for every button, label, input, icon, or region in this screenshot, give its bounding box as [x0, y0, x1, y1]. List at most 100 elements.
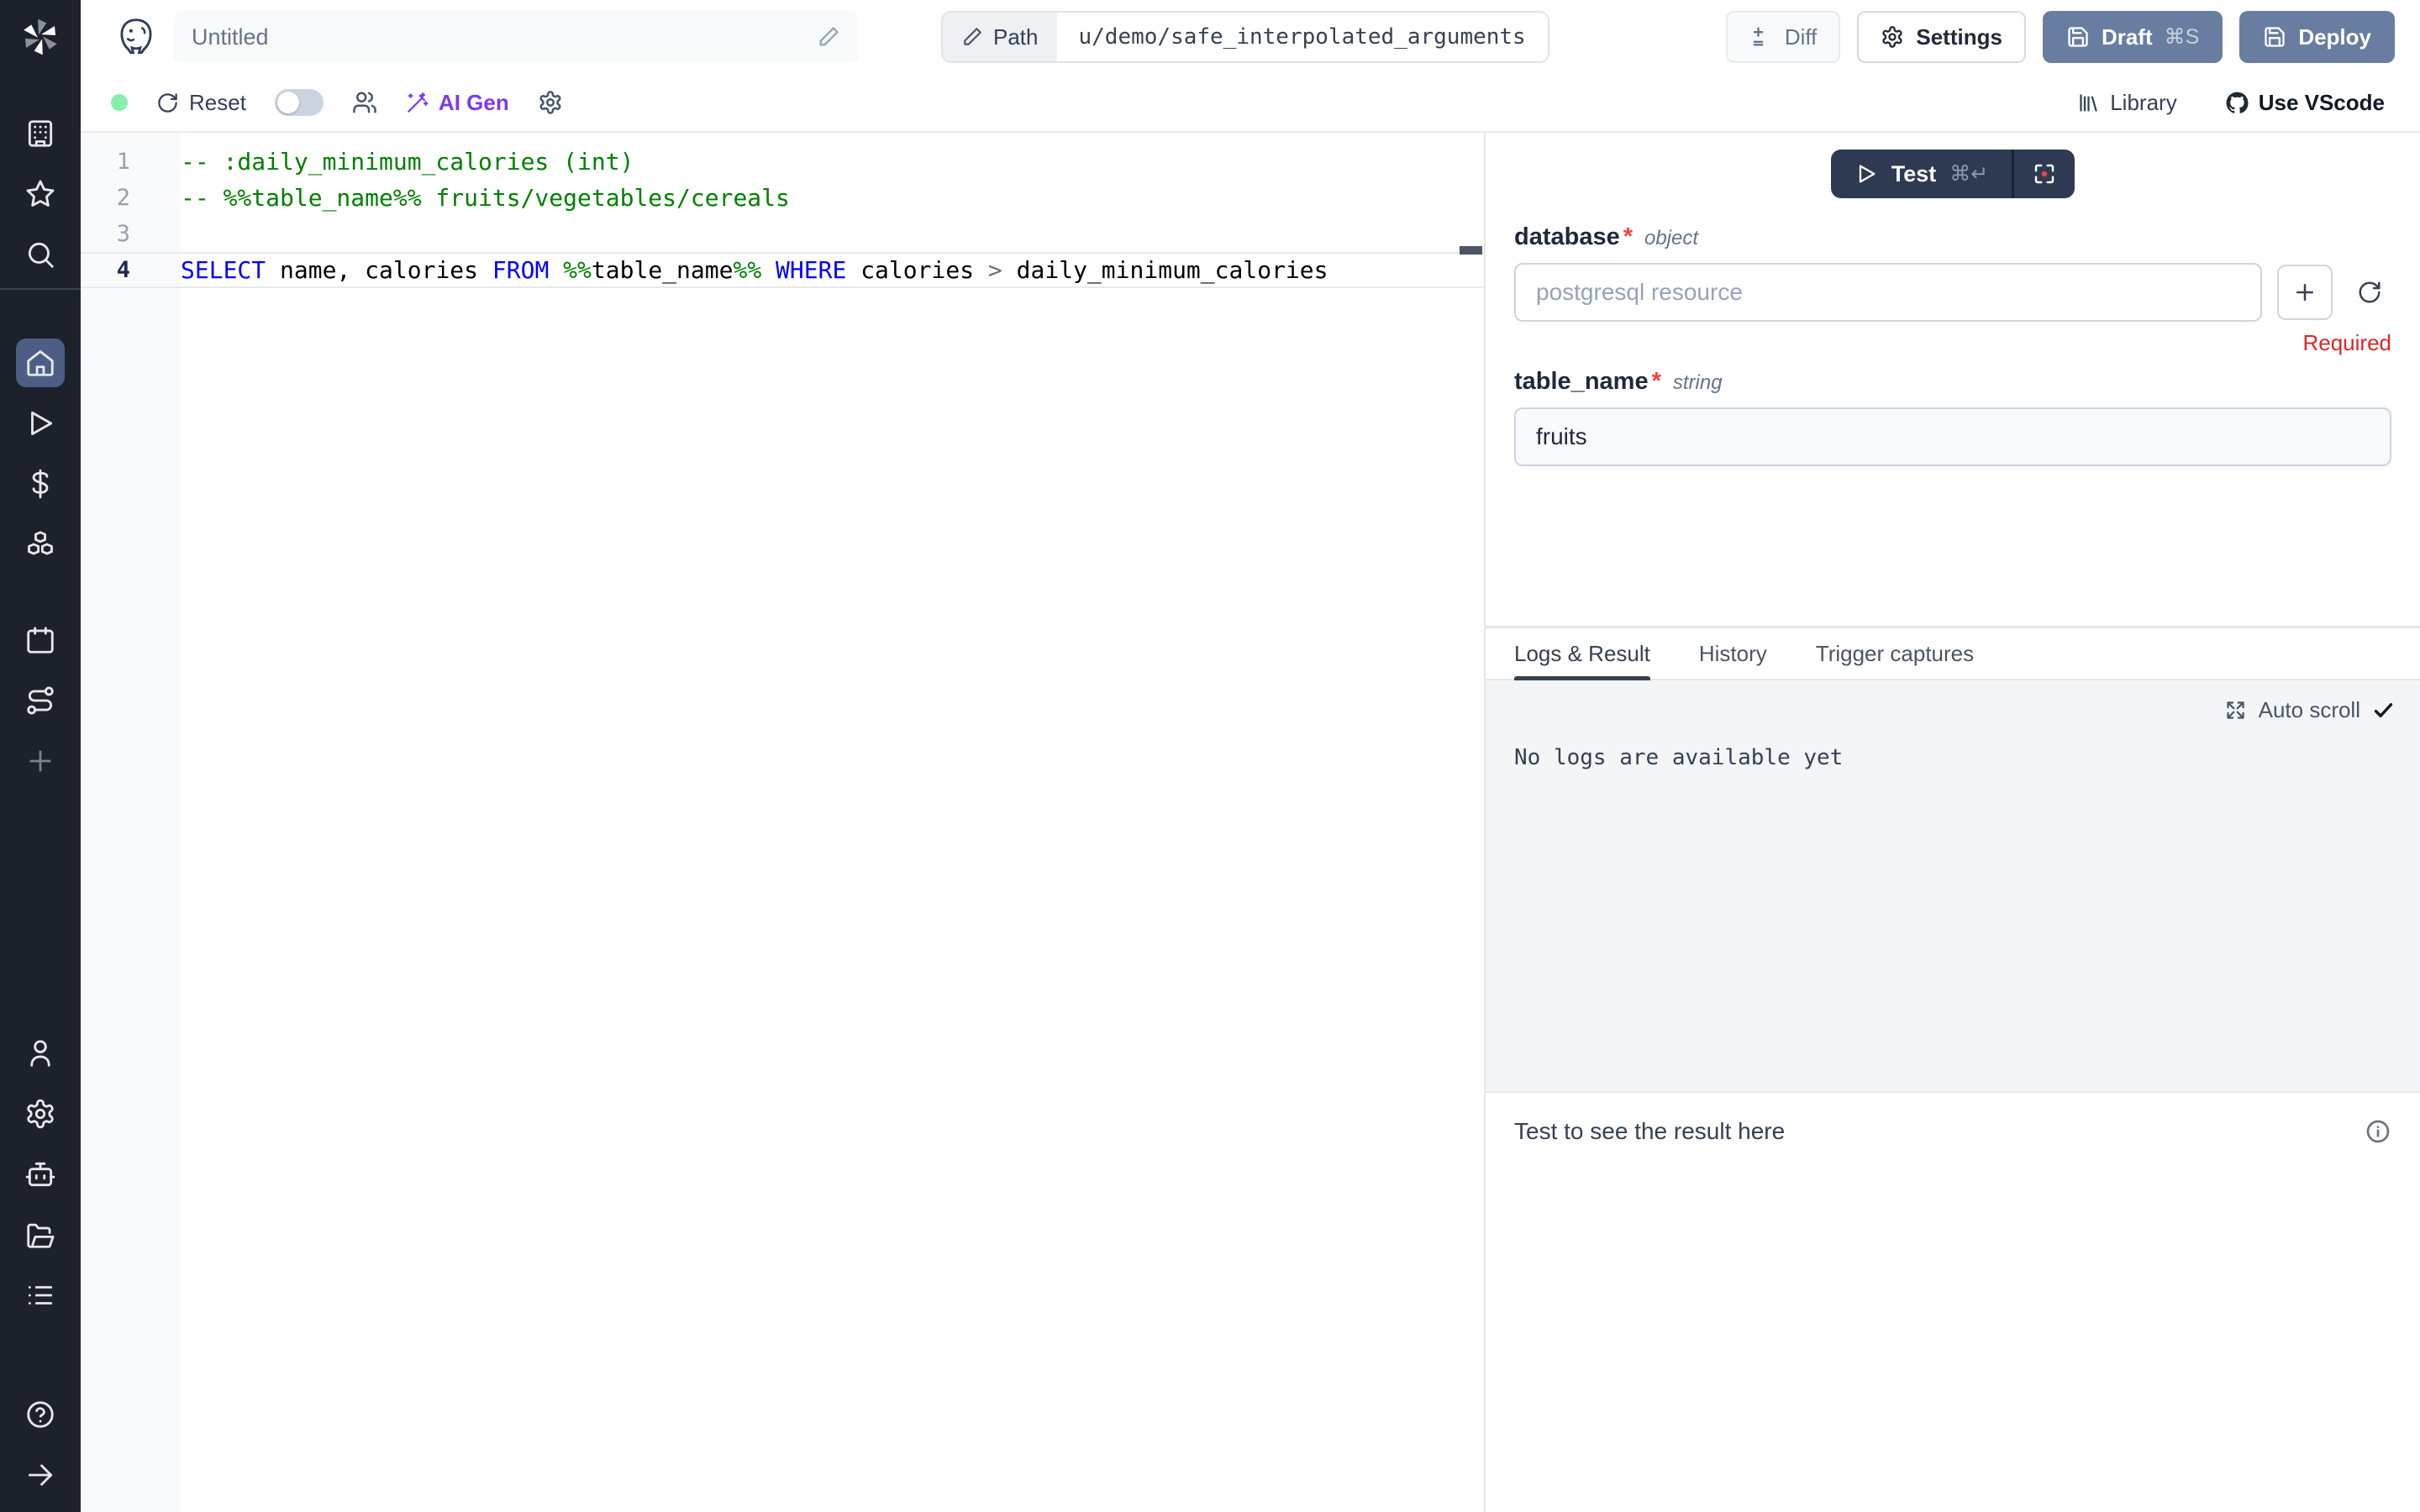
line-number: 1 [81, 149, 130, 175]
search-icon [24, 239, 56, 270]
page-title: Untitled [192, 24, 817, 50]
database-required-error: Required [1514, 330, 2391, 356]
script-settings-gear-icon[interactable] [538, 90, 563, 115]
status-dot [111, 94, 128, 111]
code-line-1[interactable]: 1 -- :daily_minimum_calories (int) [81, 144, 1484, 180]
overview-ruler-marker [1460, 246, 1482, 255]
sidebar-item-route[interactable] [0, 670, 81, 731]
line-number: 2 [81, 185, 130, 211]
logs-panel: Auto scroll No logs are available yet [1486, 680, 2420, 1091]
users-icon[interactable] [352, 90, 377, 115]
draft-shortcut: ⌘S [2165, 24, 2200, 50]
diff-mode-toggle[interactable] [275, 89, 324, 116]
line-number: 3 [81, 221, 130, 247]
sidebar-item-plus[interactable] [0, 731, 81, 791]
star-icon [24, 178, 56, 210]
sidebar-item-gear[interactable] [0, 1084, 81, 1144]
sidebar-item-home[interactable] [0, 333, 81, 393]
sidebar-item-robot[interactable] [0, 1144, 81, 1205]
code-text: -- :daily_minimum_calories (int) [181, 148, 634, 176]
settings-button[interactable]: Settings [1857, 11, 2026, 63]
code-line-2[interactable]: 2 -- %%table_name%% fruits/vegetables/cer… [81, 180, 1484, 216]
database-input[interactable] [1514, 263, 2262, 322]
sidebar-item-cubes[interactable] [0, 514, 81, 575]
help-icon [24, 1399, 56, 1431]
list-icon [24, 1279, 56, 1311]
use-vscode-button[interactable]: Use VScode [2226, 90, 2385, 116]
logs-empty-message: No logs are available yet [1514, 745, 2420, 770]
tab-trigger-captures[interactable]: Trigger captures [1816, 628, 1974, 679]
script-title-field[interactable]: Untitled [173, 11, 859, 63]
windmill-logo-icon[interactable] [20, 17, 60, 57]
path-value: u/demo/safe_interpolated_arguments [1057, 13, 1548, 61]
code-line-4[interactable]: 4 SELECT name, calories FROM %%table_name… [81, 252, 1484, 288]
path-field[interactable]: Path u/demo/safe_interpolated_arguments [941, 11, 1549, 63]
diff-button[interactable]: Diff [1726, 11, 1841, 63]
path-label: Path [943, 13, 1057, 61]
save-icon [2263, 25, 2286, 49]
capture-frame-icon [2032, 161, 2057, 186]
library-icon [2077, 92, 2100, 114]
result-panel: Test to see the result here [1486, 1091, 2420, 1512]
edit-title-icon[interactable] [817, 25, 840, 49]
arrow-right-icon [24, 1459, 56, 1491]
code-text: -- %%table_name%% fruits/vegetables/cere… [181, 184, 790, 212]
info-icon[interactable] [2365, 1118, 2391, 1145]
tab-history[interactable]: History [1699, 628, 1767, 679]
expand-logs-icon[interactable] [2224, 699, 2247, 722]
tab-logs-result[interactable]: Logs & Result [1514, 628, 1650, 679]
sidebar-item-building[interactable] [0, 103, 81, 164]
library-button[interactable]: Library [2077, 90, 2176, 116]
pencil-icon [961, 26, 983, 48]
calendar-icon [24, 624, 56, 656]
building-icon [24, 118, 56, 150]
sidebar-item-help[interactable] [0, 1384, 81, 1445]
code-text: SELECT name, calories FROM %%table_name%… [181, 256, 1328, 284]
code-editor[interactable]: 1 -- :daily_minimum_calories (int) 2 -- %%t… [81, 133, 1484, 1512]
right-panel: Test ⌘↵ database* [1484, 133, 2420, 1512]
refresh-resource-button[interactable] [2348, 265, 2391, 320]
plus-minus-icon [1749, 25, 1773, 49]
sidebar-item-dollar[interactable] [0, 454, 81, 514]
result-tabs: Logs & Result History Trigger captures [1486, 628, 2420, 680]
wand-sparkles-icon [406, 92, 429, 114]
ai-gen-button[interactable]: AI Gen [406, 90, 509, 116]
dollar-icon [24, 468, 56, 500]
editor-toolbar: Reset AI Gen Library Use VScode [81, 74, 2420, 133]
sidebar-item-arrow-right[interactable] [0, 1445, 81, 1505]
topbar-actions: Diff Settings Draft ⌘S Deploy [1726, 11, 2395, 63]
test-button[interactable]: Test ⌘↵ [1831, 150, 2012, 198]
editor-gutter [81, 133, 181, 1512]
test-button-group: Test ⌘↵ [1831, 150, 2075, 198]
user-icon [24, 1037, 56, 1069]
field-label-table-name: table_name* string [1514, 368, 2391, 396]
refresh-icon [2357, 280, 2382, 305]
cubes-icon [24, 528, 56, 560]
field-label-database: database* object [1514, 223, 2391, 251]
sidebar-item-user[interactable] [0, 1023, 81, 1084]
sidebar-item-search[interactable] [0, 224, 81, 285]
draft-button[interactable]: Draft ⌘S [2043, 11, 2223, 63]
auto-scroll-checkbox[interactable] [2372, 699, 2395, 722]
sidebar-item-play[interactable] [0, 393, 81, 454]
play-icon [24, 407, 56, 439]
refresh-icon [156, 92, 179, 114]
test-args-panel: Test ⌘↵ database* [1486, 133, 2420, 626]
route-icon [24, 685, 56, 717]
sidebar-item-folder[interactable] [0, 1205, 81, 1265]
play-icon [1854, 162, 1878, 186]
reset-button[interactable]: Reset [156, 90, 246, 116]
app-sidebar [0, 0, 81, 1512]
add-resource-button[interactable] [2277, 265, 2333, 320]
capture-test-button[interactable] [2014, 150, 2075, 198]
sidebar-item-calendar[interactable] [0, 610, 81, 670]
code-line-3[interactable]: 3 [81, 216, 1484, 252]
plus-icon [24, 745, 56, 777]
postgresql-icon [114, 15, 158, 59]
table-name-input[interactable] [1514, 407, 2391, 466]
sidebar-item-list[interactable] [0, 1265, 81, 1326]
line-number: 4 [81, 257, 130, 283]
sidebar-item-star[interactable] [0, 164, 81, 224]
plus-icon [2292, 280, 2317, 305]
deploy-button[interactable]: Deploy [2239, 11, 2395, 63]
